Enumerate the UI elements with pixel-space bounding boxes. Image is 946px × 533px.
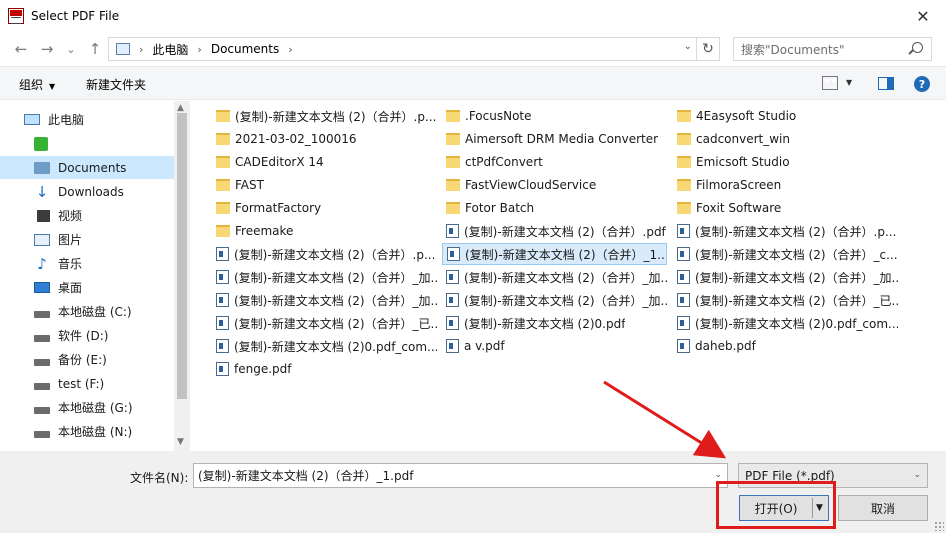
annotation-arrow xyxy=(603,380,727,459)
